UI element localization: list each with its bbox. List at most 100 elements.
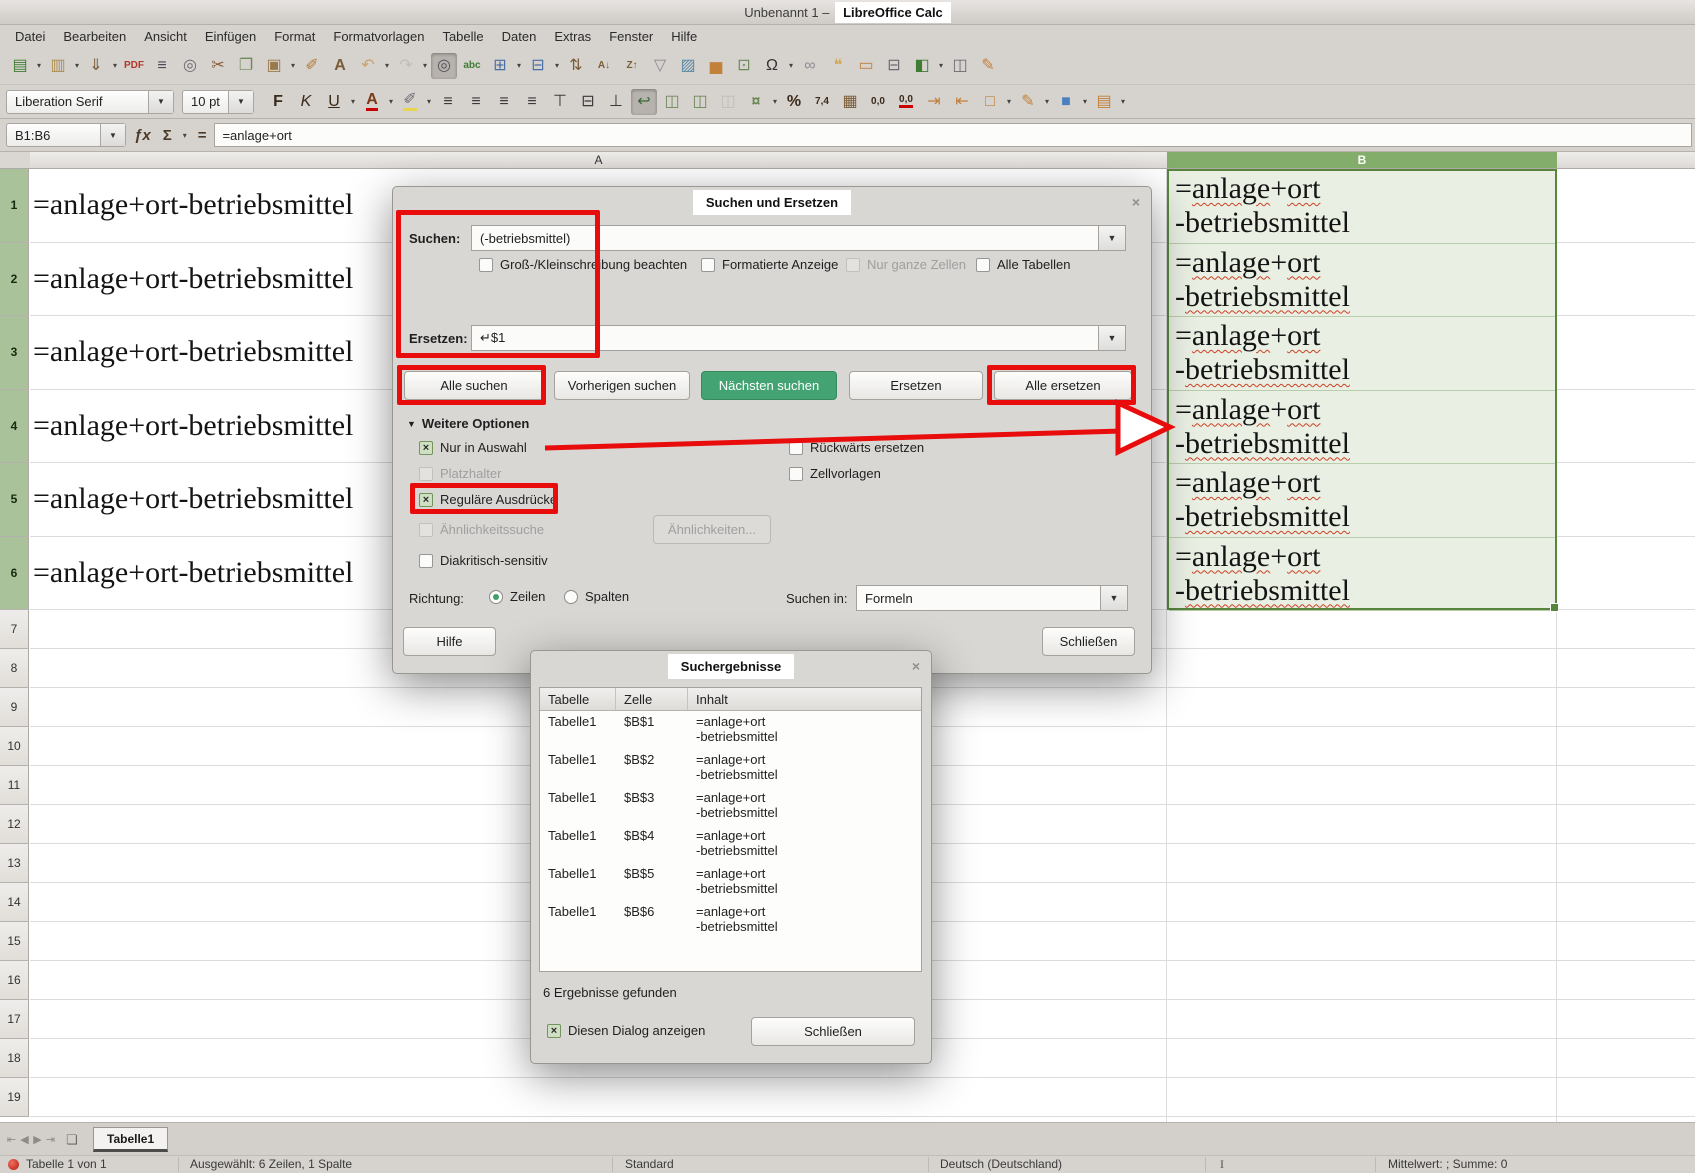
selection-handle[interactable] (1550, 603, 1559, 612)
checkbox-diesen-dialog-anzeigen[interactable]: × Diesen Dialog anzeigen (547, 1023, 705, 1038)
bold-icon[interactable]: F (265, 89, 291, 115)
naechsten-suchen-button[interactable]: Nächsten suchen (701, 371, 837, 400)
row-header-9[interactable]: 9 (0, 688, 29, 727)
row-header-19[interactable]: 19 (0, 1078, 29, 1117)
checkbox-nur-in-auswahl[interactable]: ×Nur in Auswahl (419, 440, 527, 455)
checkbox-rueckwaerts-ersetzen[interactable]: Rückwärts ersetzen (789, 440, 924, 455)
menu-bearbeiten[interactable]: Bearbeiten (54, 27, 135, 46)
new-document-dropdown[interactable]: ▾ (34, 61, 44, 70)
wrap-text-icon[interactable]: ↩ (631, 89, 657, 115)
font-size-dropdown[interactable]: ▼ (228, 91, 253, 113)
result-row-b-2[interactable]: Tabelle1$B$2=anlage+ort-betriebsmittel (540, 749, 921, 787)
row-header-5[interactable]: 5 (0, 463, 29, 537)
checkbox-alle-tabellen[interactable]: Alle Tabellen (976, 257, 1070, 272)
row-header-1[interactable]: 1 (0, 169, 29, 243)
sum-icon[interactable]: Σ (159, 127, 176, 144)
result-row-b-6[interactable]: Tabelle1$B$6=anlage+ort-betriebsmittel (540, 901, 921, 939)
align-center-icon[interactable]: ≡ (463, 89, 489, 115)
insert-row-icon[interactable]: ⊞ (487, 53, 513, 79)
sum-dropdown[interactable]: ▾ (180, 131, 190, 140)
search-history-dropdown[interactable]: ▼ (1098, 226, 1125, 250)
menu-fenster[interactable]: Fenster (600, 27, 662, 46)
cell-b1[interactable]: =anlage+ort-betriebsmittel (1169, 171, 1555, 244)
result-row-b-5[interactable]: Tabelle1$B$5=anlage+ort-betriebsmittel (540, 863, 921, 901)
font-name-combobox[interactable]: Liberation Serif▼ (6, 90, 174, 114)
formula-input[interactable]: =anlage+ort (214, 123, 1692, 147)
freeze-rows-columns-icon[interactable]: ◧ (909, 53, 935, 79)
borders-dropdown[interactable]: ▾ (1004, 97, 1014, 106)
special-character-icon[interactable]: Ω (759, 53, 785, 79)
add-decimal-place-icon[interactable]: 0,0 (865, 89, 891, 115)
cell-b5[interactable]: =anlage+ort-betriebsmittel (1169, 465, 1555, 538)
font-name-dropdown[interactable]: ▼ (148, 91, 173, 113)
split-window-icon[interactable]: ◫ (947, 53, 973, 79)
insert-chart-icon[interactable]: ▅ (703, 53, 729, 79)
cell-b6[interactable]: =anlage+ort-betriebsmittel (1169, 539, 1555, 612)
last-sheet-icon[interactable]: ⇥ (44, 1133, 57, 1146)
find-and-replace-icon[interactable]: ◎ (431, 53, 457, 79)
equals-icon[interactable]: = (194, 127, 211, 144)
save-dropdown[interactable]: ▾ (110, 61, 120, 70)
spelling-icon[interactable]: abc (459, 53, 485, 79)
menu-daten[interactable]: Daten (493, 27, 546, 46)
borders-icon[interactable]: □ (977, 89, 1003, 115)
replace-history-dropdown[interactable]: ▼ (1098, 326, 1125, 350)
checkbox-regulaere-ausdruecke[interactable]: ×Reguläre Ausdrücke (419, 492, 557, 507)
clone-formatting-icon[interactable]: ✐ (299, 53, 325, 79)
delete-decimal-place-icon[interactable]: 0,0 (893, 89, 919, 115)
help-button[interactable]: Hilfe (403, 627, 496, 656)
row-header-16[interactable]: 16 (0, 961, 29, 1000)
checkbox-zellvorlagen[interactable]: Zellvorlagen (789, 466, 881, 481)
close-icon[interactable]: × (1132, 195, 1140, 209)
insert-image-icon[interactable]: ▨ (675, 53, 701, 79)
cell-b4[interactable]: =anlage+ort-betriebsmittel (1169, 392, 1555, 465)
menu-formatvorlagen[interactable]: Formatvorlagen (324, 27, 433, 46)
background-color-dropdown[interactable]: ▾ (1080, 97, 1090, 106)
row-header-14[interactable]: 14 (0, 883, 29, 922)
cut-icon[interactable]: ✂ (205, 53, 231, 79)
special-character-dropdown[interactable]: ▾ (786, 61, 796, 70)
column-header-a[interactable]: A (30, 152, 1168, 169)
menu-einfuegen[interactable]: Einfügen (196, 27, 265, 46)
background-color-icon[interactable]: ■ (1053, 89, 1079, 115)
align-top-icon[interactable]: ⊤ (547, 89, 573, 115)
font-size-combobox[interactable]: 10 pt▼ (182, 90, 254, 114)
insert-comment-icon[interactable]: ❝ (825, 53, 851, 79)
status-page-style[interactable]: Standard (625, 1157, 674, 1171)
row-header-10[interactable]: 10 (0, 727, 29, 766)
row-header-11[interactable]: 11 (0, 766, 29, 805)
decrease-indent-icon[interactable]: ⇤ (949, 89, 975, 115)
insert-column-icon[interactable]: ⊟ (525, 53, 551, 79)
merge-cells-icon[interactable]: ◫ (687, 89, 713, 115)
border-style-dropdown[interactable]: ▾ (1042, 97, 1052, 106)
row-header-12[interactable]: 12 (0, 805, 29, 844)
column-header-b[interactable]: B (1167, 152, 1558, 169)
result-row-b-4[interactable]: Tabelle1$B$4=anlage+ort-betriebsmittel (540, 825, 921, 863)
number-format-icon[interactable]: 7,4 (809, 89, 835, 115)
highlighting-color-icon[interactable]: ✐ (397, 89, 423, 115)
column-header-zelle[interactable]: Zelle (616, 688, 688, 710)
checkbox-diakritisch-sensitiv[interactable]: Diakritisch-sensitiv (419, 553, 548, 568)
search-in-dropdown[interactable]: ▼ (1100, 586, 1127, 610)
headers-and-footers-icon[interactable]: ▭ (853, 53, 879, 79)
merge-and-center-cells-icon[interactable]: ◫ (659, 89, 685, 115)
freeze-rows-columns-dropdown[interactable]: ▾ (936, 61, 946, 70)
clear-formatting-icon[interactable]: A (327, 53, 353, 79)
sheet-tab-tabelle1[interactable]: Tabelle1 (93, 1127, 168, 1152)
border-style-icon[interactable]: ✎ (1015, 89, 1041, 115)
percent-format-icon[interactable]: % (781, 89, 807, 115)
new-document-icon[interactable]: ▤ (7, 53, 33, 79)
currency-format-icon[interactable]: ¤ (743, 89, 769, 115)
save-icon[interactable]: ⇓ (83, 53, 109, 79)
redo-dropdown[interactable]: ▾ (420, 61, 430, 70)
align-right-icon[interactable]: ≡ (491, 89, 517, 115)
row-header-7[interactable]: 7 (0, 610, 29, 649)
first-sheet-icon[interactable]: ⇤ (5, 1133, 18, 1146)
row-header-13[interactable]: 13 (0, 844, 29, 883)
name-box[interactable]: B1:B6▼ (6, 123, 126, 147)
insert-row-dropdown[interactable]: ▾ (514, 61, 524, 70)
find-replace-dialog-titlebar[interactable]: Suchen und Ersetzen (393, 187, 1151, 217)
search-input[interactable]: (-betriebsmittel)▼ (471, 225, 1126, 251)
menu-tabelle[interactable]: Tabelle (433, 27, 492, 46)
cell-b3[interactable]: =anlage+ort-betriebsmittel (1169, 318, 1555, 391)
